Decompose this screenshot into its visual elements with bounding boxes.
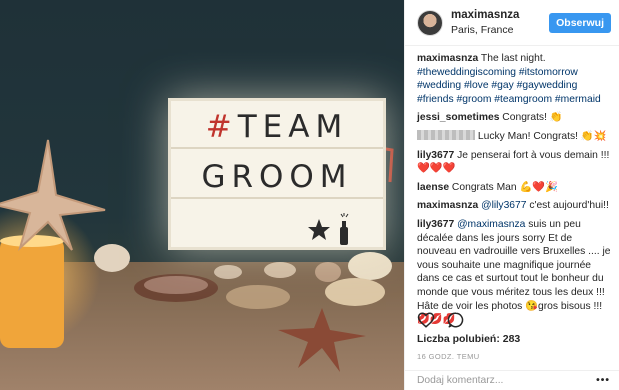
lightbox-word-team: TEAM [237, 109, 349, 145]
header-username[interactable]: maximasnza [451, 8, 549, 23]
comment-author[interactable]: laense [417, 182, 449, 193]
post-side-panel: maximasnza Paris, France Obserwuj maxima… [404, 0, 619, 390]
post-header: maximasnza Paris, France Obserwuj [405, 0, 619, 46]
comment-item: lily3677 Je penserai fort à vous demain … [417, 149, 611, 176]
blurred-username [417, 129, 475, 140]
lightbox-line-1: #TEAM [171, 109, 383, 145]
comment-item: Lucky Man! Congrats! 👏💥 [417, 129, 611, 144]
comment-mention[interactable]: @lily3677 [478, 200, 526, 211]
post-actions [417, 311, 465, 329]
lightbox-sign: #TEAM GROOM [168, 98, 386, 250]
header-location[interactable]: Paris, France [451, 23, 549, 38]
comment-text: Congrats Man 💪❤️🎉 [449, 181, 558, 193]
comment-mention[interactable]: @maximasnza [454, 219, 525, 230]
comment-text: c'est aujourd'hui!! [526, 200, 609, 212]
comment-list: maximasnza The last night. #theweddingis… [405, 46, 619, 327]
comment-text: Lucky Man! Congrats! 👏💥 [475, 130, 607, 142]
avatar[interactable] [417, 9, 443, 36]
caption-hashtags[interactable]: #theweddingiscoming #itstomorrow #weddin… [417, 67, 601, 105]
post-timestamp[interactable]: 16 GODZ. TEMU [417, 352, 480, 361]
comment-item: laense Congrats Man 💪❤️🎉 [417, 181, 611, 195]
comment-author[interactable]: jessi_sometimes [417, 112, 499, 123]
comment-author[interactable]: lily3677 [417, 219, 454, 230]
likes-count[interactable]: Liczba polubień: 283 [417, 333, 520, 345]
comment-bubble-icon[interactable] [447, 311, 465, 329]
comment-text: Congrats! 👏 [499, 112, 563, 124]
caption: maximasnza The last night. #theweddingis… [417, 52, 611, 106]
lightbox-rail [171, 147, 383, 149]
lightbox-hash: # [205, 109, 238, 145]
more-options-icon[interactable]: ••• [596, 375, 610, 386]
comment-author[interactable]: maximasnza [417, 53, 478, 64]
lightbox-line-2: GROOM [201, 159, 353, 195]
comment-text: The last night. [478, 53, 546, 64]
comment-item: maximasnza @lily3677 c'est aujourd'hui!! [417, 199, 611, 213]
lightbox-rail [171, 197, 383, 199]
user-block: maximasnza Paris, France [451, 8, 549, 38]
post-photo[interactable]: #TEAM GROOM [0, 0, 404, 390]
follow-button[interactable]: Obserwuj [549, 12, 611, 33]
heart-icon[interactable] [417, 311, 435, 329]
star-and-bottle-icon [308, 213, 349, 245]
add-comment-input[interactable]: Dodaj komentarz... [417, 375, 596, 386]
add-comment-bar: Dodaj komentarz... ••• [405, 370, 619, 390]
comment-author[interactable]: lily3677 [417, 150, 454, 161]
comment-item: jessi_sometimes Congrats! 👏 [417, 111, 611, 125]
comment-author[interactable]: maximasnza [417, 200, 478, 211]
comment-text: suis un peu décalée dans les jours sorry… [417, 218, 611, 326]
